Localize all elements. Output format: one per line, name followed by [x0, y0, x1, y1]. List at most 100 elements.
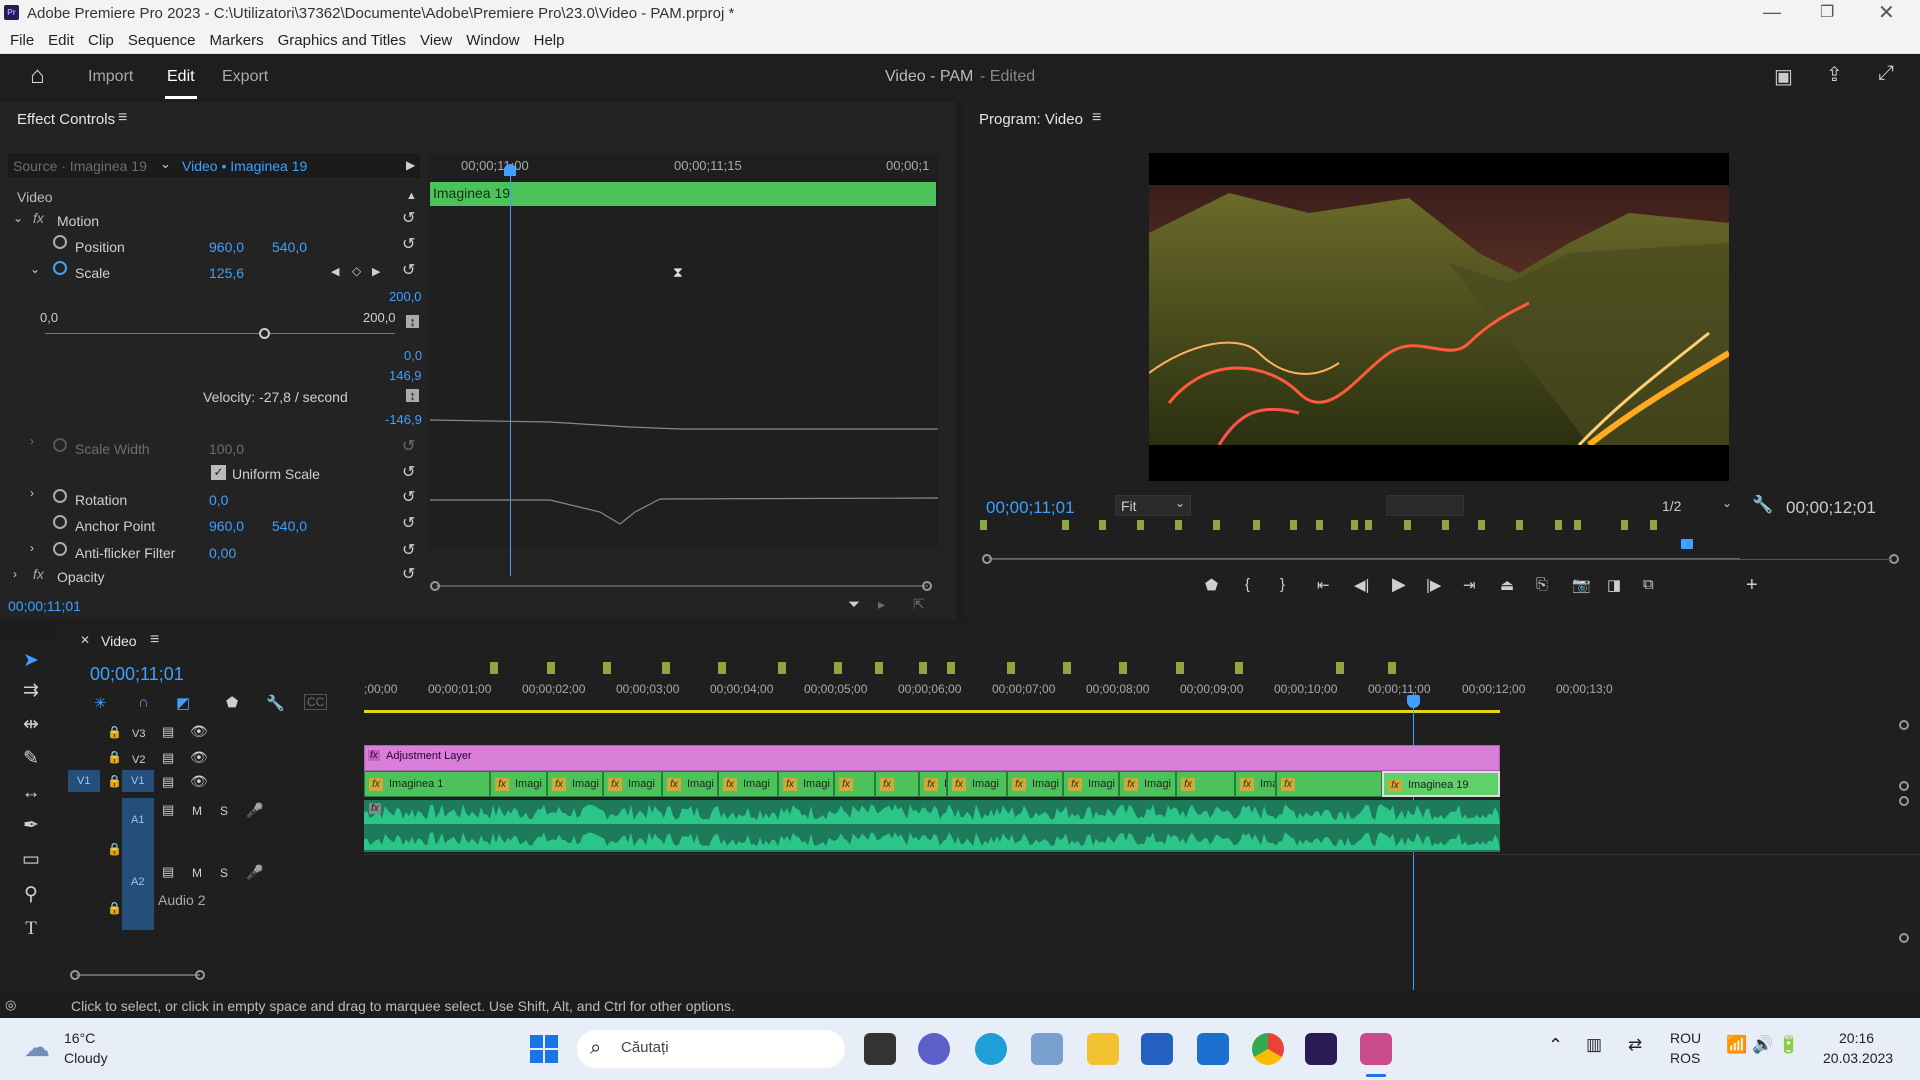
panel-menu-icon[interactable]: ≡ [118, 109, 127, 127]
scale-slider-track[interactable] [45, 333, 395, 334]
program-marker[interactable] [1516, 520, 1523, 530]
v1-clip[interactable]: fx Imaginea [1235, 771, 1276, 797]
close-button[interactable]: ✕ [1878, 0, 1895, 25]
next-keyframe-icon[interactable]: ▶ [372, 265, 380, 278]
menu-window[interactable]: Window [466, 32, 519, 49]
timeline-timecode[interactable]: 00;00;11;01 [90, 664, 184, 685]
panel-menu-icon[interactable]: ≡ [1092, 109, 1101, 127]
stopwatch-icon[interactable] [53, 515, 67, 529]
target-clip-label[interactable]: Video • Imaginea 19 [182, 158, 307, 174]
settings-wrench-icon[interactable]: 🔧 [1752, 495, 1773, 515]
reset-antiflicker-icon[interactable]: ↺ [402, 540, 415, 560]
graph-toggle-icon[interactable]: ↕ [406, 315, 419, 328]
sequence-marker[interactable] [875, 662, 883, 674]
reset-opacity-icon[interactable]: ↺ [402, 564, 415, 584]
reset-rotation-icon[interactable]: ↺ [402, 487, 415, 507]
v1-clip[interactable]: fx Imagi [603, 771, 662, 797]
vscroll-v-top[interactable] [1899, 720, 1909, 730]
program-scrub-left[interactable] [982, 554, 992, 564]
solo-button[interactable]: S [220, 866, 228, 880]
menu-clip[interactable]: Clip [88, 32, 114, 49]
eye-icon[interactable]: 👁 [190, 773, 208, 790]
ec-scroll-left[interactable] [430, 581, 440, 591]
play-audio-icon[interactable]: ▸ [878, 596, 885, 613]
go-to-in-icon[interactable]: ⇤ [1317, 576, 1330, 594]
ec-playhead-handle[interactable] [504, 164, 516, 176]
trim-icon[interactable]: ⧉ [1643, 576, 1654, 593]
v1-clip[interactable]: fx Imagi [662, 771, 718, 797]
program-marker[interactable] [1062, 520, 1069, 530]
chrome-icon[interactable] [1252, 1033, 1284, 1065]
hscroll-right[interactable] [195, 970, 205, 980]
add-marker-icon[interactable]: ⬟ [1205, 576, 1218, 594]
vscroll-v-bottom[interactable] [1899, 781, 1909, 791]
timeline-playhead-handle[interactable] [1407, 695, 1420, 708]
extract-icon[interactable]: ⎘ [1536, 576, 1548, 593]
vscroll-a-bottom[interactable] [1899, 933, 1909, 943]
menu-markers[interactable]: Markers [209, 32, 263, 49]
lock-icon[interactable]: 🔒 [107, 901, 122, 915]
keyframe-icon[interactable]: ⧗ [673, 264, 683, 281]
v1-clip[interactable]: fx [875, 771, 919, 797]
program-marker[interactable] [1316, 520, 1323, 530]
sequence-marker[interactable] [1063, 662, 1071, 674]
store-icon[interactable] [1141, 1033, 1173, 1065]
motion-label[interactable]: Motion [57, 213, 99, 229]
vscroll-a-top[interactable] [1899, 796, 1909, 806]
track-select-icon[interactable]: ⇉ [16, 676, 46, 706]
program-playhead[interactable] [1681, 539, 1693, 549]
adjustment-layer-clip[interactable] [364, 745, 1500, 771]
minimize-button[interactable]: — [1763, 2, 1781, 23]
lock-icon[interactable]: 🔒 [107, 842, 122, 856]
v1-clip[interactable]: fx Imagi [778, 771, 834, 797]
edge-icon[interactable] [975, 1033, 1007, 1065]
reset-anchor-icon[interactable]: ↺ [402, 513, 415, 533]
menu-help[interactable]: Help [534, 32, 565, 49]
program-marker[interactable] [1290, 520, 1297, 530]
mark-in-icon[interactable]: { [1245, 576, 1250, 593]
keyboard-lang-2[interactable]: ROS [1670, 1050, 1700, 1066]
menu-file[interactable]: File [10, 32, 34, 49]
stopwatch-icon[interactable] [53, 235, 67, 249]
task-view-icon[interactable] [864, 1033, 896, 1065]
show-timeline-arrow-icon[interactable]: ▶ [406, 158, 415, 172]
reset-position-icon[interactable]: ↺ [402, 234, 415, 254]
sequence-marker[interactable] [947, 662, 955, 674]
mute-button[interactable]: M [192, 866, 202, 880]
lock-icon[interactable]: 🔒 [107, 774, 122, 788]
camera-icon[interactable]: 📷 [1572, 576, 1591, 594]
tray-network-app-icon[interactable]: ⇄ [1628, 1035, 1642, 1055]
teams-icon[interactable] [918, 1033, 950, 1065]
timeline-ruler[interactable]: ;00;00 00;00;01;00 00;00;02;00 00;00;03;00 0… [364, 658, 1910, 710]
workspaces-icon[interactable]: ▣ [1774, 64, 1793, 89]
sequence-marker[interactable] [919, 662, 927, 674]
sequence-marker[interactable] [1119, 662, 1127, 674]
source-label[interactable]: Source · Imaginea 19 [13, 158, 147, 174]
program-timecode[interactable]: 00;00;11;01 [986, 498, 1075, 518]
prev-keyframe-icon[interactable]: ◀ [331, 265, 339, 278]
hand-icon[interactable]: ⚲ [16, 880, 46, 910]
effect-controls-title[interactable]: Effect Controls [17, 111, 115, 128]
ec-scrollbar[interactable] [436, 585, 928, 587]
add-button-icon[interactable]: + [1746, 574, 1758, 597]
sequence-marker[interactable] [603, 662, 611, 674]
slip-icon[interactable]: ↔ [16, 778, 46, 808]
v1-clip[interactable]: fx [834, 771, 875, 797]
sequence-marker[interactable] [547, 662, 555, 674]
ec-scroll-right[interactable] [922, 581, 932, 591]
program-marker[interactable] [1650, 520, 1657, 530]
stopwatch-active-icon[interactable] [53, 261, 67, 275]
sequence-marker[interactable] [1235, 662, 1243, 674]
share-icon[interactable]: ⇪ [1826, 62, 1843, 87]
filter-icon[interactable]: ⏷ [848, 596, 860, 613]
menu-edit[interactable]: Edit [48, 32, 74, 49]
reset-scale-width-icon[interactable]: ↺ [402, 436, 415, 456]
maximize-button[interactable]: ❐ [1820, 2, 1834, 22]
v1-clip[interactable]: fx Imagi [1063, 771, 1119, 797]
lock-icon[interactable]: 🔒 [107, 725, 122, 739]
premiere-taskbar-icon[interactable] [1305, 1033, 1337, 1065]
razor-icon[interactable]: ✎ [16, 744, 46, 774]
antiflicker-expand-icon[interactable]: › [30, 541, 34, 555]
v1-clip[interactable]: fx Imaginea 1 [364, 771, 490, 797]
film-icon[interactable]: ▤ [162, 802, 174, 818]
